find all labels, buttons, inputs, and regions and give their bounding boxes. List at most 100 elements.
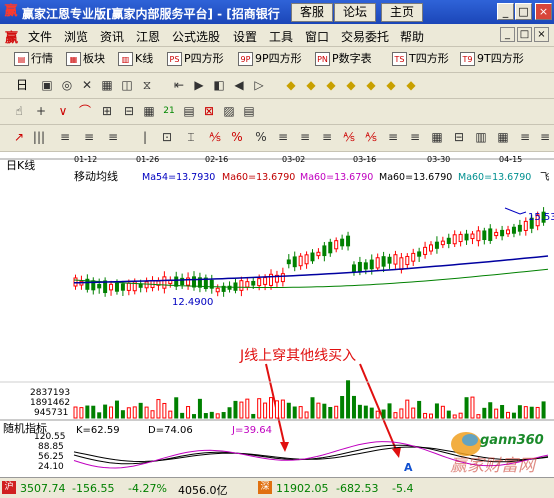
9t-square-button[interactable]: T9 9T四方形 (460, 50, 524, 68)
box-icon[interactable]: ⊡ (158, 129, 176, 145)
calendar-icon[interactable]: 21 (160, 103, 178, 119)
period-selector[interactable]: 日 (10, 77, 34, 93)
kline-button[interactable]: ▥ K线 (118, 50, 153, 68)
chart-icon-5[interactable]: ◫ (118, 77, 136, 93)
diamond-icon-2[interactable]: ◆ (302, 77, 320, 93)
diamond-icon-1[interactable]: ◆ (282, 77, 300, 93)
diamond-icon-5[interactable]: ◆ (362, 77, 380, 93)
level-icon-3[interactable]: ≡ (318, 129, 336, 145)
menu-help[interactable]: 帮助 (400, 28, 424, 45)
level-icon-6[interactable]: ≡ (516, 129, 534, 145)
candle (500, 229, 505, 237)
table-icon[interactable]: ▦ (140, 103, 158, 119)
percent-icon-1[interactable]: % (228, 129, 246, 145)
fan-icon-3[interactable]: ⅍ (362, 129, 380, 145)
chart-icon-2[interactable]: ◎ (58, 77, 76, 93)
chart-icon-4[interactable]: ▦ (98, 77, 116, 93)
hline-icon-3[interactable]: ≡ (104, 129, 122, 145)
columns-icon[interactable]: ▥ (472, 129, 490, 145)
volume-bar (304, 411, 309, 419)
menu-settings[interactable]: 设置 (233, 28, 257, 45)
zigzag-icon[interactable]: ∨ (54, 103, 72, 119)
t-square-button[interactable]: TS T四方形 (392, 50, 449, 68)
menu-trade[interactable]: 交易委托 (341, 28, 389, 45)
sector-button[interactable]: ▦ 板块 (66, 50, 105, 68)
mdi-minimize-button[interactable]: _ (500, 27, 515, 42)
level-icon-5[interactable]: ≡ (406, 129, 424, 145)
first-icon[interactable]: ⇤ (170, 77, 188, 93)
minimize-button[interactable]: _ (497, 3, 514, 20)
crosshair-icon[interactable]: + (32, 103, 50, 119)
kline-chart-area[interactable]: 01-12 01-26 02-16 03-02 03-16 03-30 04-1… (0, 152, 554, 477)
menu-gann[interactable]: 江恩 (136, 28, 160, 45)
menu-browse[interactable]: 浏览 (64, 28, 88, 45)
homepage-button[interactable]: 主页 (381, 3, 423, 22)
ma-legend-item: Ma60=13.6790 (222, 172, 295, 183)
cancel-grid-icon[interactable]: ⊠ (200, 103, 218, 119)
9p-square-button[interactable]: 9P 9P四方形 (238, 50, 302, 68)
bar-icon[interactable]: | (136, 129, 154, 145)
low-price-label: 12.4900 (172, 297, 213, 308)
play-icon[interactable]: ▶ (190, 77, 208, 93)
volume-bar (251, 413, 256, 419)
forum-button[interactable]: 论坛 (334, 3, 376, 22)
volume-bar (517, 405, 522, 419)
quotes-button[interactable]: ▤ 行情 (14, 50, 53, 68)
level-icon-2[interactable]: ≡ (296, 129, 314, 145)
annotation-arrowhead-1 (280, 442, 289, 452)
matrix-icon[interactable]: ▦ (494, 129, 512, 145)
grid-icon[interactable]: ▦ (428, 129, 446, 145)
volume-bar (298, 406, 303, 419)
window-icon[interactable]: ⊟ (450, 129, 468, 145)
diamond-icon-6[interactable]: ◆ (382, 77, 400, 93)
percent-icon-2[interactable]: % (252, 129, 270, 145)
menu-window[interactable]: 窗口 (305, 28, 329, 45)
high-price-label: 15.53 (528, 212, 554, 223)
hline-icon-1[interactable]: ≡ (56, 129, 74, 145)
t-square-icon: TS (392, 52, 407, 66)
maximize-button[interactable]: □ (515, 3, 532, 20)
level-icon-1[interactable]: ≡ (274, 129, 292, 145)
chart-icon-6[interactable]: ⧖ (138, 77, 156, 93)
menu-formula[interactable]: 公式选股 (172, 28, 220, 45)
menu-tools[interactable]: 工具 (269, 28, 293, 45)
close-button[interactable]: × (535, 3, 552, 20)
date-label: 01-26 (136, 155, 159, 164)
status-bar: 沪 3507.74 -156.55 -4.27% 4056.0亿 深 11902… (0, 477, 554, 498)
vline-icon[interactable]: ||| (30, 129, 48, 145)
report-icon[interactable]: ▤ (240, 103, 258, 119)
fan-icon-2[interactable]: ⅍ (340, 129, 358, 145)
volume-bar (429, 413, 433, 419)
kline-chart-svg[interactable]: 01-12 01-26 02-16 03-02 03-16 03-30 04-1… (0, 152, 554, 477)
cursor-icon[interactable]: ⌶ (182, 129, 200, 145)
level-icon-7[interactable]: ≡ (536, 129, 554, 145)
volume-bar (369, 407, 374, 419)
ray-icon[interactable]: ↗ (10, 129, 28, 145)
pointer-icon[interactable]: ☝ (10, 103, 28, 119)
diamond-icon-3[interactable]: ◆ (322, 77, 340, 93)
chart-icon-1[interactable]: ▣ (38, 77, 56, 93)
p-number-icon: PN (315, 52, 330, 66)
hline-icon-2[interactable]: ≡ (80, 129, 98, 145)
p-square-button[interactable]: PS P四方形 (167, 50, 224, 68)
back-icon[interactable]: ◀ (230, 77, 248, 93)
list-icon[interactable]: ▤ (180, 103, 198, 119)
customer-service-button[interactable]: 客服 (291, 3, 333, 22)
level-icon-4[interactable]: ≡ (384, 129, 402, 145)
mdi-close-button[interactable]: × (534, 27, 549, 42)
menu-info[interactable]: 资讯 (100, 28, 124, 45)
diamond-icon-7[interactable]: ◆ (402, 77, 420, 93)
grid-minus-icon[interactable]: ⊟ (120, 103, 138, 119)
diamond-icon-4[interactable]: ◆ (342, 77, 360, 93)
forward-icon[interactable]: ▷ (250, 77, 268, 93)
date-label: 01-12 (74, 155, 97, 164)
menu-file[interactable]: 文件 (28, 28, 52, 45)
pattern-icon[interactable]: ▨ (220, 103, 238, 119)
fan-icon-1[interactable]: ⅍ (206, 129, 224, 145)
split-icon[interactable]: ◧ (210, 77, 228, 93)
grid-plus-icon[interactable]: ⊞ (98, 103, 116, 119)
mdi-restore-button[interactable]: □ (517, 27, 532, 42)
arc-icon[interactable]: ⌒ (76, 103, 94, 119)
chart-icon-3[interactable]: ✕ (78, 77, 96, 93)
p-number-table-button[interactable]: PN P数字表 (315, 50, 372, 68)
